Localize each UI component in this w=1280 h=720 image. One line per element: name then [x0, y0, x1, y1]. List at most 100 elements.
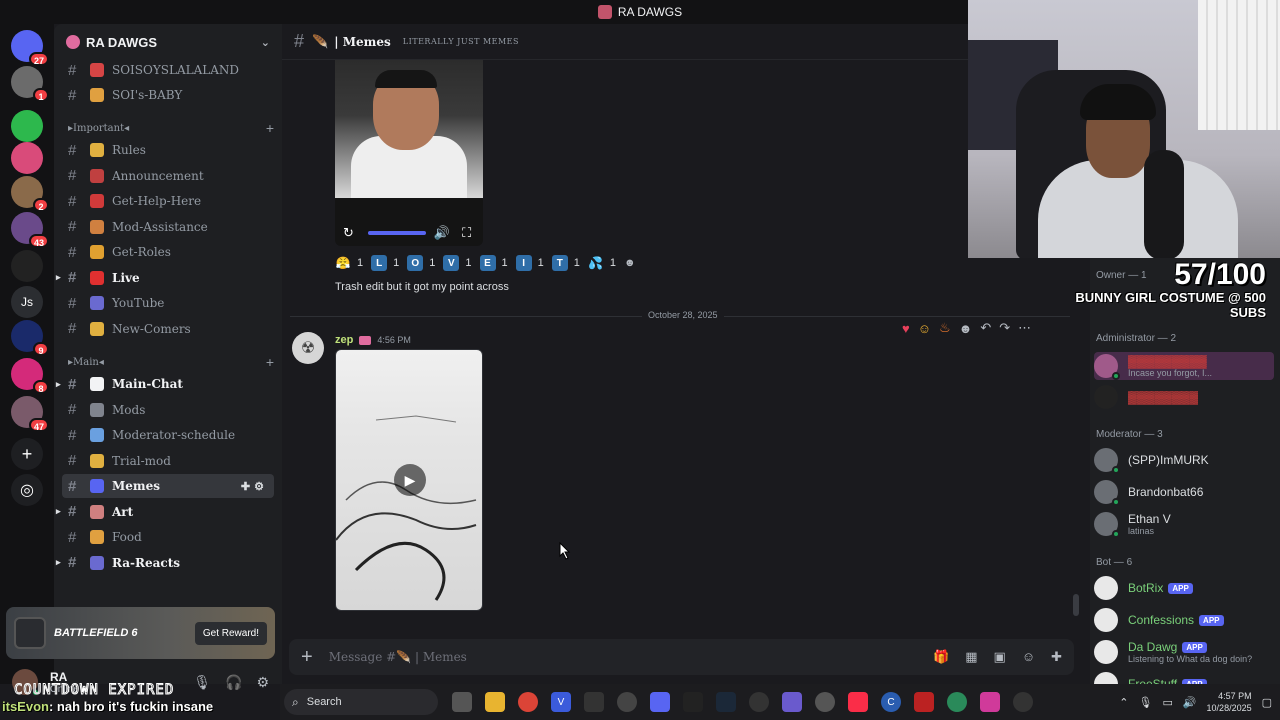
reaction-chip[interactable]: O1 [407, 253, 435, 273]
taskview-icon[interactable] [452, 692, 472, 712]
server-icon[interactable]: 27 [11, 30, 49, 66]
video-attachment[interactable]: ↻ 🔊 ⛶ [335, 60, 483, 246]
discord-icon[interactable] [650, 692, 670, 712]
server-icon[interactable] [11, 250, 43, 282]
member-bot[interactable]: Da Dawg APP Listening to What da dog doin? [1094, 638, 1274, 666]
taskbar-search[interactable]: ⌕ Search [284, 689, 438, 715]
server-icon[interactable]: 9 [11, 320, 49, 356]
channel-settings-icon[interactable]: ✚⚙ [241, 480, 268, 493]
fullscreen-icon[interactable]: ⛶ [462, 225, 471, 241]
member-bot[interactable]: BotRix APP [1094, 574, 1274, 602]
channel-art[interactable]: ▸ # Art [56, 500, 274, 524]
add-reaction-icon[interactable]: ☻ [624, 253, 636, 273]
emoji-icon[interactable]: ☺ [1022, 649, 1035, 665]
scrollbar[interactable] [1073, 594, 1079, 616]
reaction-chip[interactable]: V1 [443, 253, 472, 273]
channel-get-roles[interactable]: # Get-Roles [62, 240, 274, 264]
channel-food[interactable]: # Food [62, 525, 274, 549]
epic-games-icon[interactable] [683, 692, 703, 712]
add-channel-icon[interactable]: + [266, 120, 274, 136]
channel-ra-reacts[interactable]: ▸ # Ra-Reacts [56, 551, 274, 575]
server-icon[interactable] [11, 142, 43, 174]
channel-mod-assistance[interactable]: # Mod-Assistance [62, 215, 274, 239]
apps-icon[interactable]: ✚ [1051, 649, 1062, 665]
network-icon[interactable]: ▭ [1162, 696, 1172, 709]
channel-moderator-schedule[interactable]: # Moderator-schedule [62, 423, 274, 447]
reaction-chip[interactable]: L1 [371, 253, 399, 273]
member-admin-1[interactable]: ▓▓▓▓▓▓▓▓▓ Incase you forgot, I... [1094, 352, 1274, 380]
channel-announcement[interactable]: # Announcement [62, 164, 274, 188]
chat-app-icon[interactable] [980, 692, 1000, 712]
gear-icon[interactable] [1013, 692, 1033, 712]
add-server-button[interactable]: + [11, 438, 43, 470]
promo-banner[interactable]: BATTLEFIELD 6 Get Reward! [6, 607, 275, 659]
channel-get-help-here[interactable]: # Get-Help-Here [62, 189, 274, 213]
add-attachment-icon[interactable]: + [301, 646, 313, 669]
add-channel-icon[interactable]: + [266, 354, 274, 370]
chrome-icon[interactable] [518, 692, 538, 712]
volume-icon[interactable]: 🔊 [1183, 696, 1197, 709]
server-icon[interactable]: 43 [11, 212, 49, 248]
explore-icon[interactable]: ◎ [11, 474, 43, 506]
reaction-chip[interactable]: 😤 1 [335, 253, 364, 273]
member-moderator[interactable]: Ethan Vlatinas [1094, 510, 1274, 538]
heart-reaction-icon[interactable]: ♥ [902, 321, 910, 336]
server-icon[interactable]: 47 [11, 396, 49, 432]
chevron-down-icon[interactable]: ⌄ [261, 36, 270, 49]
category-important[interactable]: ▸Important◂ + [68, 119, 274, 137]
settings-icon[interactable] [815, 692, 835, 712]
server-icon[interactable]: Js [11, 286, 43, 318]
channel-memes[interactable]: # Memes ✚⚙ [62, 474, 274, 498]
notification-icon[interactable]: ▢ [1262, 696, 1272, 709]
channel-trial-mod[interactable]: # Trial-mod [62, 449, 274, 473]
file-explorer-icon[interactable] [485, 692, 505, 712]
server-icon[interactable]: 8 [11, 358, 49, 394]
member-moderator[interactable]: (SPP)ImMURK [1094, 446, 1274, 474]
server-icon[interactable] [11, 110, 43, 142]
add-reaction-icon[interactable]: ☻ [959, 321, 973, 336]
reaction-chip[interactable]: T1 [551, 253, 580, 273]
channel-mods[interactable]: # Mods [62, 398, 274, 422]
category-main[interactable]: ▸Main◂ + [68, 353, 274, 371]
member-admin-2[interactable]: ▓▓▓▓▓▓▓▓ [1094, 383, 1274, 411]
reaction-chip[interactable]: 💦 1 [588, 253, 616, 273]
app-icon[interactable] [947, 692, 967, 712]
channel-soisoyslalaland[interactable]: # SOISOYSLALALAND [62, 58, 274, 82]
app-icon[interactable] [749, 692, 769, 712]
gift-icon[interactable]: 🎁 [933, 649, 949, 665]
play-icon[interactable]: ▶ [394, 464, 426, 496]
fire-reaction-icon[interactable]: ♨ [939, 320, 951, 336]
app-v-icon[interactable]: V [551, 692, 571, 712]
reply-icon[interactable]: ↶ [980, 320, 991, 336]
channel-rules[interactable]: # Rules [62, 138, 274, 162]
message-composer[interactable]: + Message #🪶 | Memes 🎁 ▦ ▣ ☺ ✚ [289, 639, 1074, 675]
controller-icon[interactable] [782, 692, 802, 712]
capcut-icon[interactable] [584, 692, 604, 712]
get-reward-button[interactable]: Get Reward! [194, 621, 267, 645]
channel-main-chat[interactable]: ▸ # Main-Chat [56, 372, 274, 396]
server-header[interactable]: RA DAWGS ⌄ [54, 24, 282, 60]
reaction-chip[interactable]: E1 [479, 253, 508, 273]
chevron-up-icon[interactable]: ⌃ [1119, 696, 1128, 709]
replay-icon[interactable]: ↻ [343, 225, 354, 241]
forward-icon[interactable]: ↷ [999, 320, 1010, 336]
avatar[interactable]: ☢ [292, 332, 324, 364]
app-c-icon[interactable]: C [881, 692, 901, 712]
steam-icon[interactable] [716, 692, 736, 712]
gif-icon[interactable]: ▦ [965, 649, 977, 665]
channel-new-comers[interactable]: # New-Comers [62, 317, 274, 341]
member-bot[interactable]: Confessions APP [1094, 606, 1274, 634]
recorder-icon[interactable] [914, 692, 934, 712]
channel-youtube[interactable]: # YouTube [62, 291, 274, 315]
message-input[interactable]: Message #🪶 | Memes [329, 650, 467, 664]
volume-icon[interactable]: 🔊 [434, 225, 450, 241]
video-attachment[interactable]: ▶ [335, 349, 483, 611]
member-moderator[interactable]: Brandonbat66 [1094, 478, 1274, 506]
server-icon[interactable]: 1 [11, 66, 49, 102]
obs-icon[interactable] [617, 692, 637, 712]
reaction-chip[interactable]: I1 [515, 253, 544, 273]
channel-live[interactable]: ▸ # Live [56, 266, 274, 290]
clock[interactable]: 4:57 PM 10/28/2025 [1207, 690, 1252, 714]
more-icon[interactable]: ⋯ [1018, 320, 1031, 336]
video-progress[interactable] [367, 231, 426, 235]
